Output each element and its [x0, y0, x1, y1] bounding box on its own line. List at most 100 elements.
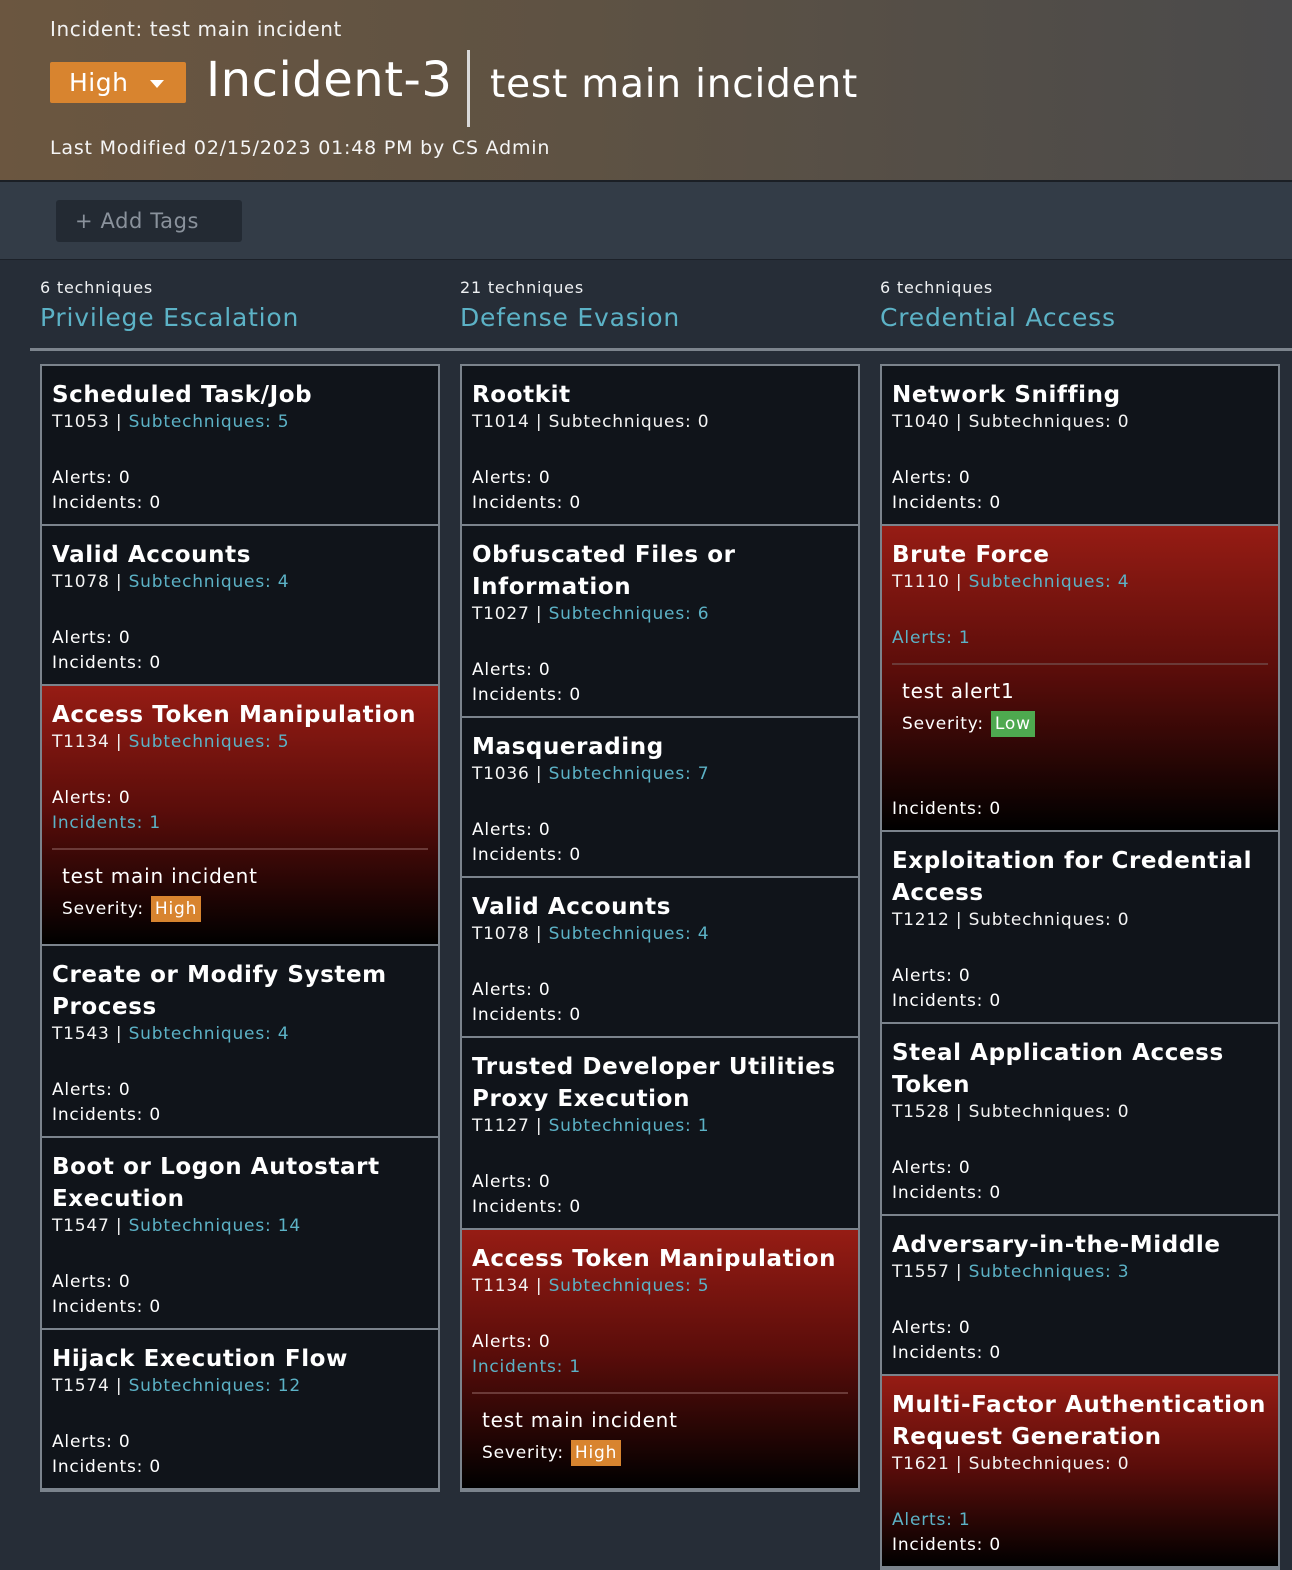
- subtechniques-label: Subtechniques:: [968, 910, 1118, 930]
- subtechniques-count: 1: [697, 1116, 710, 1136]
- alerts-count: Alerts: 0: [892, 964, 1268, 989]
- technique-card[interactable]: Brute Force T1110 | Subtechniques: 4 Alert…: [882, 526, 1278, 830]
- incidents-label: Incidents:: [892, 799, 990, 819]
- incidents-count[interactable]: Incidents: 1: [472, 1355, 848, 1380]
- technique-card[interactable]: Rootkit T1014 | Subtechniques: 0 Alerts: 0…: [462, 366, 858, 524]
- technique-id: T1134: [52, 732, 110, 752]
- severity-badge: High: [150, 896, 202, 922]
- meta-separator: |: [109, 1024, 129, 1044]
- technique-card[interactable]: Exploitation for Credential Access T1212 …: [882, 832, 1278, 1022]
- alerts-count: Alerts: 0: [892, 466, 1268, 491]
- technique-card[interactable]: Access Token Manipulation T1134 | Subtech…: [42, 686, 438, 944]
- column-header-privilege-escalation: 6 techniques Privilege Escalation: [40, 278, 299, 332]
- technique-card[interactable]: Valid Accounts T1078 | Subtechniques: 4 Al…: [42, 526, 438, 684]
- technique-counts: Alerts: 0 Incidents: 0: [472, 466, 848, 524]
- technique-card[interactable]: Scheduled Task/Job T1053 | Subtechniques:…: [42, 366, 438, 524]
- alert-name[interactable]: test alert1: [892, 679, 1268, 703]
- alerts-count[interactable]: Alerts: 1: [892, 626, 1268, 651]
- meta-separator: |: [109, 732, 129, 752]
- tactic-link[interactable]: Privilege Escalation: [40, 303, 299, 332]
- subtechniques-link[interactable]: Subtechniques: 6: [549, 604, 710, 624]
- tactic-link[interactable]: Credential Access: [880, 303, 1116, 332]
- subtechniques-link[interactable]: Subtechniques: 4: [549, 924, 710, 944]
- incidents-count: Incidents: 0: [472, 843, 848, 868]
- technique-id: T1134: [472, 1276, 530, 1296]
- technique-card[interactable]: Multi-Factor Authentication Request Gene…: [882, 1376, 1278, 1566]
- meta-separator: |: [109, 412, 129, 432]
- subtechniques-count: 4: [277, 572, 290, 592]
- subtechniques-link[interactable]: Subtechniques: 3: [969, 1262, 1130, 1282]
- technique-card[interactable]: Masquerading T1036 | Subtechniques: 7 Aler…: [462, 718, 858, 876]
- technique-counts: Alerts: 0 Incidents: 0: [52, 626, 428, 684]
- tactic-link[interactable]: Defense Evasion: [460, 303, 680, 332]
- add-tags-button[interactable]: + Add Tags: [56, 200, 242, 242]
- incidents-label: Incidents:: [892, 991, 990, 1011]
- incidents-label: Incidents:: [472, 493, 570, 513]
- alerts-value: 0: [118, 628, 131, 648]
- incident-name[interactable]: test main incident: [490, 62, 858, 107]
- incidents-value: 0: [989, 493, 1001, 513]
- technique-counts: Alerts: 0 Incidents: 0: [52, 1078, 428, 1136]
- incidents-count: Incidents: 0: [472, 1003, 848, 1028]
- technique-card[interactable]: Network Sniffing T1040 | Subtechniques: 0…: [882, 366, 1278, 524]
- technique-card[interactable]: Steal Application Access Token T1528 | Su…: [882, 1024, 1278, 1214]
- severity-badge: High: [570, 1440, 622, 1466]
- incidents-value: 0: [149, 493, 161, 513]
- subtechniques-link[interactable]: Subtechniques: 4: [129, 1024, 290, 1044]
- technique-card[interactable]: Obfuscated Files or Information T1027 | S…: [462, 526, 858, 716]
- technique-card[interactable]: Adversary-in-the-Middle T1557 | Subtechni…: [882, 1216, 1278, 1374]
- mitre-board: 6 techniques Privilege Escalation 21 tec…: [0, 261, 1292, 1570]
- technique-name: Brute Force: [892, 542, 1050, 568]
- incidents-value: 0: [149, 1457, 161, 1477]
- incidents-label: Incidents:: [52, 1297, 150, 1317]
- alerts-label: Alerts:: [472, 820, 539, 840]
- technique-id: T1014: [472, 412, 530, 432]
- technique-card[interactable]: Access Token Manipulation T1134 | Subtech…: [462, 1230, 858, 1488]
- subtechniques-link[interactable]: Subtechniques: 5: [549, 1276, 710, 1296]
- incident-name-link[interactable]: test main incident: [472, 1408, 848, 1432]
- incidents-count[interactable]: Incidents: 1: [52, 811, 428, 836]
- technique-card[interactable]: Trusted Developer Utilities Proxy Execut…: [462, 1038, 858, 1228]
- alerts-count[interactable]: Alerts: 1: [892, 1508, 1268, 1533]
- subtechniques-count: 7: [697, 764, 710, 784]
- incident-id: Incident-3: [206, 52, 453, 108]
- subtechniques-label: Subtechniques:: [968, 572, 1118, 592]
- incidents-value: 0: [149, 1105, 161, 1125]
- incidents-label: Incidents:: [472, 1005, 570, 1025]
- subtechniques-link[interactable]: Subtechniques: 1: [549, 1116, 710, 1136]
- breadcrumb: Incident: test main incident: [50, 17, 342, 41]
- technique-id: T1027: [472, 604, 530, 624]
- subtechniques-link[interactable]: Subtechniques: 14: [129, 1216, 301, 1236]
- incident-name-link[interactable]: test main incident: [52, 864, 428, 888]
- technique-counts: Alerts: 0 Incidents: 0: [892, 1156, 1268, 1214]
- severity-badge: Low: [990, 711, 1035, 737]
- subtechniques-link[interactable]: Subtechniques: 4: [969, 572, 1130, 592]
- alerts-label: Alerts:: [52, 788, 119, 808]
- technique-card[interactable]: Boot or Logon Autostart Execution T1547 |…: [42, 1138, 438, 1328]
- technique-count: 21 techniques: [460, 278, 584, 297]
- technique-meta: T1053 | Subtechniques: 5: [52, 412, 428, 432]
- alerts-value: 0: [958, 966, 971, 986]
- technique-card[interactable]: Create or Modify System Process T1543 | S…: [42, 946, 438, 1136]
- technique-card[interactable]: Valid Accounts T1078 | Subtechniques: 4 Al…: [462, 878, 858, 1036]
- technique-column-credential-access: Network Sniffing T1040 | Subtechniques: 0…: [880, 364, 1280, 1570]
- alerts-value: 0: [538, 1172, 551, 1192]
- subtechniques-link[interactable]: Subtechniques: 12: [129, 1376, 301, 1396]
- subtechniques-label: Subtechniques:: [548, 412, 698, 432]
- column-header-divider: [30, 348, 1292, 351]
- incidents-count: Incidents: 0: [472, 683, 848, 708]
- alerts-label: Alerts:: [892, 966, 959, 986]
- technique-card[interactable]: Hijack Execution Flow T1574 | Subtechniqu…: [42, 1330, 438, 1488]
- technique-meta: T1212 | Subtechniques: 0: [892, 910, 1268, 930]
- technique-id: T1574: [52, 1376, 110, 1396]
- subtechniques-link[interactable]: Subtechniques: 4: [129, 572, 290, 592]
- subtechniques-link[interactable]: Subtechniques: 7: [549, 764, 710, 784]
- technique-id: T1078: [472, 924, 530, 944]
- technique-column-defense-evasion: Rootkit T1014 | Subtechniques: 0 Alerts: 0…: [460, 364, 860, 1492]
- subtechniques-link[interactable]: Subtechniques: 5: [129, 412, 290, 432]
- alerts-count: Alerts: 0: [472, 818, 848, 843]
- subtechniques-link[interactable]: Subtechniques: 5: [129, 732, 290, 752]
- alerts-count: Alerts: 0: [892, 1156, 1268, 1181]
- severity-dropdown[interactable]: High: [50, 62, 186, 103]
- incidents-count: Incidents: 0: [472, 491, 848, 516]
